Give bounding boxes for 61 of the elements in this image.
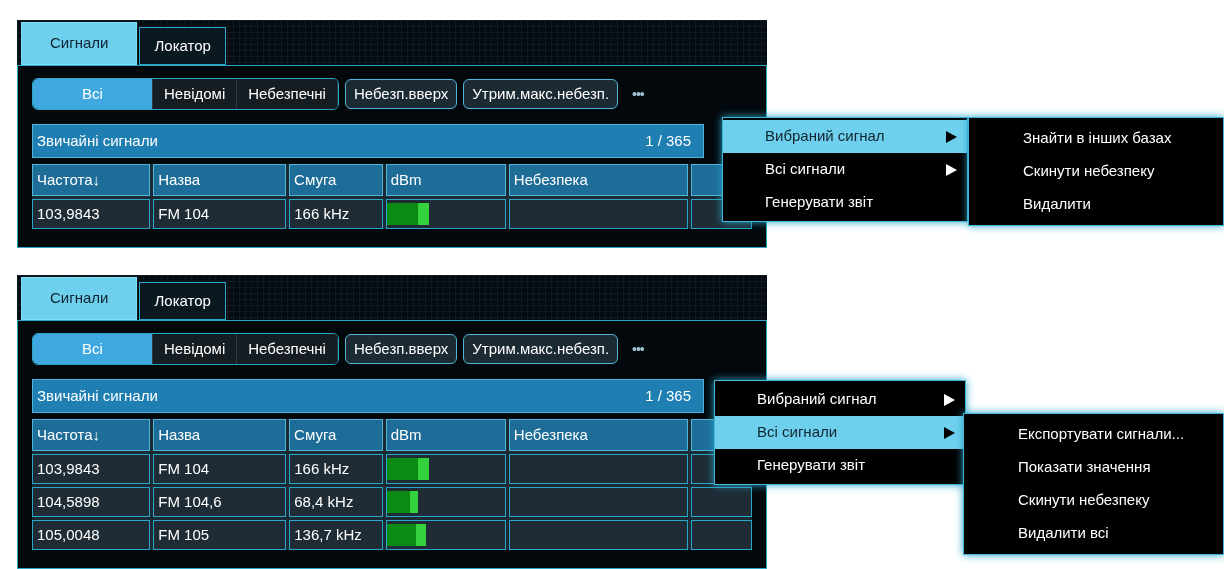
column-header[interactable]: Небезпека [508, 164, 688, 196]
filter-button[interactable]: Небезп.вверх [344, 334, 458, 364]
more-button[interactable]: ••• [632, 338, 644, 360]
group-title: Звичайні сигнали [37, 130, 158, 151]
menu-item[interactable]: Вибраний сигнал [723, 120, 967, 153]
menu-item[interactable]: Всі сигнали [723, 153, 967, 186]
table-cell: 105,0048 [32, 520, 151, 550]
filter-segment[interactable]: Небезпечні [237, 334, 338, 364]
column-header[interactable]: Смуга [289, 419, 383, 451]
menu-item[interactable]: Показати значення [964, 451, 1223, 484]
group-title: Звичайні сигнали [37, 385, 158, 406]
column-header[interactable]: Частота↓ [32, 419, 151, 451]
signal-counter: 1 / 365 [645, 130, 692, 151]
table-cell: FM 104,6 [153, 487, 287, 517]
column-header[interactable]: Назва [153, 164, 287, 196]
table-cell: 136,7 kHz [289, 520, 383, 550]
segmented-control[interactable]: Всі Невідомі Небезпечні [32, 333, 339, 365]
signal-counter: 1 / 365 [645, 385, 692, 406]
table-cell: FM 104 [153, 454, 287, 484]
filter-segment[interactable]: Невідомі [153, 79, 238, 109]
segmented-control[interactable]: Всі Невідомі Небезпечні [32, 78, 339, 110]
filter-segment[interactable]: Невідомі [153, 334, 238, 364]
column-header[interactable]: Частота↓ [32, 164, 151, 196]
menu-item[interactable]: Видалити [969, 188, 1223, 221]
tab[interactable]: Локатор [139, 27, 226, 65]
column-header[interactable]: dBm [385, 419, 506, 451]
menu-item[interactable]: Генерувати звіт [715, 449, 965, 482]
menu-item[interactable]: Генерувати звіт [723, 186, 967, 219]
menu-item-label: Всі сигнали [765, 159, 846, 180]
menu-item[interactable]: Видалити всі [964, 517, 1223, 550]
menu-item-label: Вибраний сигнал [757, 389, 877, 410]
tab[interactable]: Сигнали [21, 277, 138, 320]
tab[interactable]: Локатор [139, 282, 226, 320]
menu-item[interactable]: Скинути небезпеку [969, 155, 1223, 188]
menu-item[interactable]: Всі сигнали [715, 416, 965, 449]
column-header[interactable]: Небезпека [508, 419, 688, 451]
menu-item-label: Всі сигнали [757, 422, 838, 443]
menu-item[interactable]: Експортувати сигнали... [964, 418, 1223, 451]
more-button[interactable]: ••• [632, 83, 644, 105]
filter-segment[interactable]: Небезпечні [237, 79, 338, 109]
menu-item-label: Генерувати звіт [757, 455, 866, 476]
filter-button[interactable]: Утрим.макс.небезп. [463, 334, 619, 364]
table-cell: 68,4 kHz [289, 487, 383, 517]
menu-item[interactable]: Знайти в інших базах [969, 122, 1223, 155]
menu-item-label: Вибраний сигнал [765, 126, 885, 147]
menu-item[interactable]: Скинути небезпеку [964, 484, 1223, 517]
table-cell: 103,9843 [32, 199, 151, 229]
table-cell: FM 105 [153, 520, 287, 550]
filter-button[interactable]: Утрим.макс.небезп. [463, 79, 619, 109]
table-cell: 103,9843 [32, 454, 151, 484]
menu-item[interactable]: Вибраний сигнал [715, 383, 965, 416]
column-header[interactable]: dBm [385, 164, 506, 196]
filter-button[interactable]: Небезп.вверх [344, 79, 458, 109]
table-cell: 104,5898 [32, 487, 151, 517]
column-header[interactable]: Смуга [289, 164, 383, 196]
table-cell: 166 kHz [289, 454, 383, 484]
tab[interactable]: Сигнали [21, 22, 138, 65]
table-cell: 166 kHz [289, 199, 383, 229]
column-header[interactable]: Назва [153, 419, 287, 451]
table-cell: FM 104 [153, 199, 287, 229]
menu-item-label: Генерувати звіт [765, 192, 874, 213]
